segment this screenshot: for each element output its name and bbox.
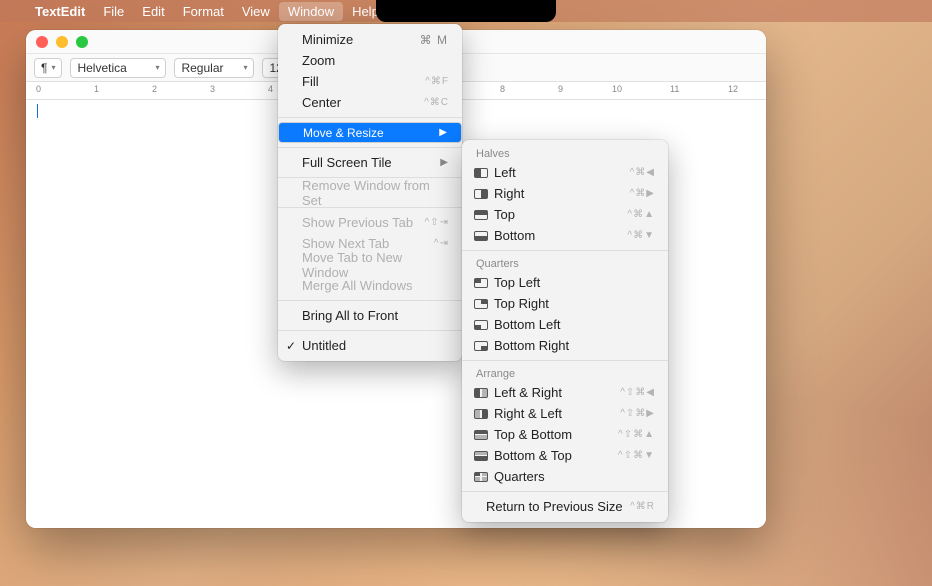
quarter-tr-icon: [474, 299, 488, 309]
quarter-bl-icon: [474, 320, 488, 330]
menu-item-fill[interactable]: Fill^⌘F: [278, 71, 462, 92]
menu-item-doc-untitled[interactable]: ✓Untitled: [278, 335, 462, 356]
menu-view[interactable]: View: [233, 2, 279, 21]
menu-item-center[interactable]: Center^⌘C: [278, 92, 462, 113]
display-notch: [376, 0, 556, 22]
arrange-tb-icon: [474, 430, 488, 440]
submenu-item-left[interactable]: Left^⌘◀: [462, 162, 668, 183]
menu-separator: [278, 147, 462, 148]
menu-item-remove-from-set: Remove Window from Set: [278, 182, 462, 203]
submenu-item-right[interactable]: Right^⌘▶: [462, 183, 668, 204]
submenu-item-left-right[interactable]: Left & Right^⇧⌘◀: [462, 382, 668, 403]
arrange-lr-icon: [474, 388, 488, 398]
paragraph-style-select[interactable]: ¶▾: [34, 58, 62, 78]
move-resize-submenu: Halves Left^⌘◀ Right^⌘▶ Top^⌘▲ Bottom^⌘▼…: [462, 140, 668, 522]
font-family-select[interactable]: Helvetica▾: [70, 58, 166, 78]
submenu-item-top[interactable]: Top^⌘▲: [462, 204, 668, 225]
font-style-select[interactable]: Regular▾: [174, 58, 254, 78]
menu-item-show-prev-tab: Show Previous Tab^⇧⇥: [278, 212, 462, 233]
submenu-header-quarters: Quarters: [462, 255, 668, 272]
arrange-quarters-icon: [474, 472, 488, 482]
half-bottom-icon: [474, 231, 488, 241]
minimize-button[interactable]: [56, 36, 68, 48]
menu-format[interactable]: Format: [174, 2, 233, 21]
submenu-header-arrange: Arrange: [462, 365, 668, 382]
submenu-item-bottom-left[interactable]: Bottom Left: [462, 314, 668, 335]
submenu-item-top-left[interactable]: Top Left: [462, 272, 668, 293]
menu-separator: [462, 360, 668, 361]
menu-item-bring-all[interactable]: Bring All to Front: [278, 305, 462, 326]
menu-separator: [278, 117, 462, 118]
half-left-icon: [474, 168, 488, 178]
submenu-item-top-bottom[interactable]: Top & Bottom^⇧⌘▲: [462, 424, 668, 445]
submenu-item-return-prev[interactable]: Return to Previous Size^⌘R: [462, 496, 668, 517]
menu-item-zoom[interactable]: Zoom: [278, 50, 462, 71]
text-cursor: [37, 104, 38, 118]
window-menu-dropdown: Minimize⌘ M Zoom Fill^⌘F Center^⌘C Move …: [278, 24, 462, 361]
menu-item-full-screen-tile[interactable]: Full Screen Tile▶: [278, 152, 462, 173]
submenu-item-bottom-right[interactable]: Bottom Right: [462, 335, 668, 356]
menu-item-merge-all: Merge All Windows: [278, 275, 462, 296]
menu-separator: [278, 330, 462, 331]
menu-separator: [462, 491, 668, 492]
submenu-item-top-right[interactable]: Top Right: [462, 293, 668, 314]
submenu-item-bottom[interactable]: Bottom^⌘▼: [462, 225, 668, 246]
menu-file[interactable]: File: [94, 2, 133, 21]
half-right-icon: [474, 189, 488, 199]
menu-item-minimize[interactable]: Minimize⌘ M: [278, 29, 462, 50]
submenu-item-quarters[interactable]: Quarters: [462, 466, 668, 487]
menu-item-move-tab-new: Move Tab to New Window: [278, 254, 462, 275]
submenu-item-right-left[interactable]: Right & Left^⇧⌘▶: [462, 403, 668, 424]
app-menu[interactable]: TextEdit: [26, 2, 94, 21]
half-top-icon: [474, 210, 488, 220]
menu-separator: [278, 300, 462, 301]
submenu-header-halves: Halves: [462, 145, 668, 162]
menu-edit[interactable]: Edit: [133, 2, 173, 21]
quarter-tl-icon: [474, 278, 488, 288]
arrange-bt-icon: [474, 451, 488, 461]
arrange-rl-icon: [474, 409, 488, 419]
close-button[interactable]: [36, 36, 48, 48]
menu-window[interactable]: Window: [279, 2, 343, 21]
submenu-item-bottom-top[interactable]: Bottom & Top^⇧⌘▼: [462, 445, 668, 466]
zoom-button[interactable]: [76, 36, 88, 48]
quarter-br-icon: [474, 341, 488, 351]
menu-item-move-resize[interactable]: Move & Resize▶: [278, 122, 462, 143]
menu-separator: [462, 250, 668, 251]
